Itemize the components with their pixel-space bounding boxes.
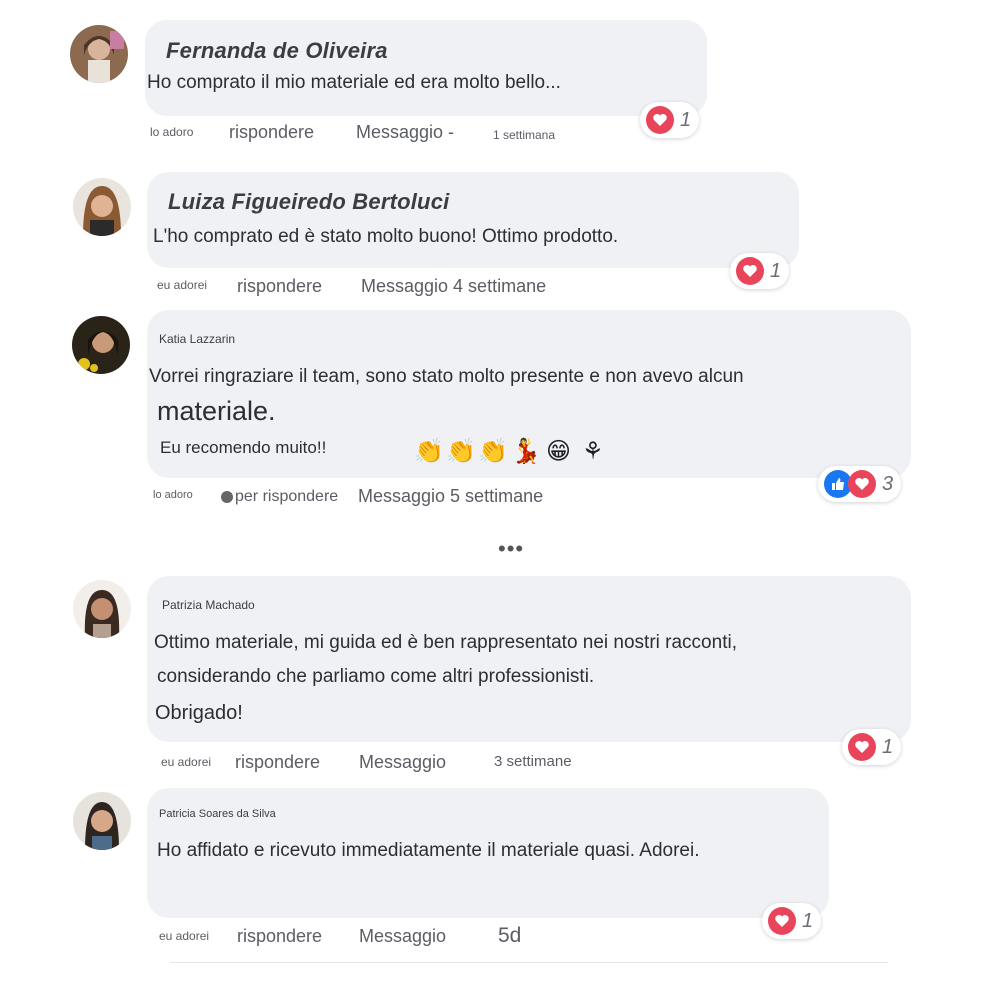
like-action[interactable]: lo adoro — [150, 125, 193, 139]
like-action[interactable]: eu adorei — [161, 755, 211, 769]
dot-icon — [221, 491, 233, 503]
message-action[interactable]: Messaggio — [359, 752, 446, 773]
reaction-count[interactable]: 1 — [842, 729, 902, 765]
heart-icon — [736, 257, 764, 285]
comment-text: L'ho comprato ed è stato molto buono! Ot… — [153, 226, 619, 247]
reply-action[interactable]: rispondere — [229, 122, 314, 143]
heart-icon — [848, 733, 876, 761]
comment-text: Obrigado! — [155, 702, 243, 724]
comment-author[interactable]: Patricia Soares da Silva — [159, 808, 276, 820]
dancer-emoji: 💃 — [511, 438, 541, 465]
reaction-count[interactable]: 1 — [762, 903, 822, 939]
divider — [170, 962, 888, 963]
comment-text: Eu recomendo muito!! — [160, 438, 327, 457]
avatar[interactable] — [73, 178, 131, 236]
avatar[interactable] — [70, 25, 128, 83]
message-action[interactable]: Messaggio - — [356, 122, 454, 143]
avatar[interactable] — [73, 580, 131, 638]
clap-emoji: 👏 — [414, 438, 444, 465]
like-action[interactable]: lo adoro — [153, 489, 193, 501]
comment-text: materiale. — [157, 396, 276, 426]
comment-bubble — [147, 576, 911, 742]
reaction-count[interactable]: 1 — [730, 253, 790, 289]
comment-author[interactable]: Katia Lazzarin — [159, 332, 235, 346]
grin-emoji: 😁 — [546, 438, 572, 465]
timestamp[interactable]: 1 settimana — [493, 128, 555, 142]
reaction-count[interactable]: 1 — [640, 102, 700, 138]
timestamp[interactable]: 5d — [498, 924, 521, 948]
comment-text: Ho comprato il mio materiale ed era molt… — [147, 72, 561, 93]
message-action[interactable]: Messaggio 4 settimane — [361, 276, 546, 297]
avatar[interactable] — [72, 316, 130, 374]
reaction-number: 1 — [882, 735, 894, 758]
like-action[interactable]: eu adorei — [157, 278, 207, 292]
heart-icon — [768, 907, 796, 935]
more-comments[interactable]: ••• — [498, 536, 524, 562]
comment-text: considerando che parliamo come altri pro… — [157, 666, 595, 687]
reaction-count[interactable]: 3 — [818, 466, 902, 502]
like-action[interactable]: eu adorei — [159, 929, 209, 943]
reply-action[interactable]: rispondere — [237, 276, 322, 297]
message-action[interactable]: Messaggio — [359, 926, 446, 947]
comment-author[interactable]: Patrizia Machado — [162, 598, 255, 612]
comment-text: Vorrei ringraziare il team, sono stato m… — [149, 366, 744, 387]
message-action[interactable]: Messaggio 5 settimane — [358, 486, 543, 507]
reaction-number: 1 — [802, 909, 814, 932]
flower-emoji: ⚘ — [582, 438, 604, 465]
timestamp[interactable]: 3 settimane — [494, 753, 572, 770]
reply-action[interactable]: per rispondere — [235, 488, 338, 506]
heart-icon — [646, 106, 674, 134]
clap-emoji: 👏 — [446, 438, 476, 465]
reply-action[interactable]: rispondere — [235, 752, 320, 773]
avatar[interactable] — [73, 792, 131, 850]
comment-bubble — [145, 20, 707, 116]
comment-bubble — [147, 172, 799, 268]
heart-icon — [848, 470, 876, 498]
reaction-number: 3 — [882, 472, 894, 495]
reaction-number: 1 — [680, 108, 692, 131]
reaction-number: 1 — [770, 259, 782, 282]
comment-text: Ho affidato e ricevuto immediatamente il… — [157, 840, 700, 861]
comment-author[interactable]: Luiza Figueiredo Bertoluci — [168, 189, 449, 215]
comment-text: Ottimo materiale, mi guida ed è ben rapp… — [154, 632, 737, 653]
comment-author[interactable]: Fernanda de Oliveira — [166, 38, 388, 64]
reply-action[interactable]: rispondere — [237, 926, 322, 947]
clap-emoji: 👏 — [478, 438, 508, 465]
